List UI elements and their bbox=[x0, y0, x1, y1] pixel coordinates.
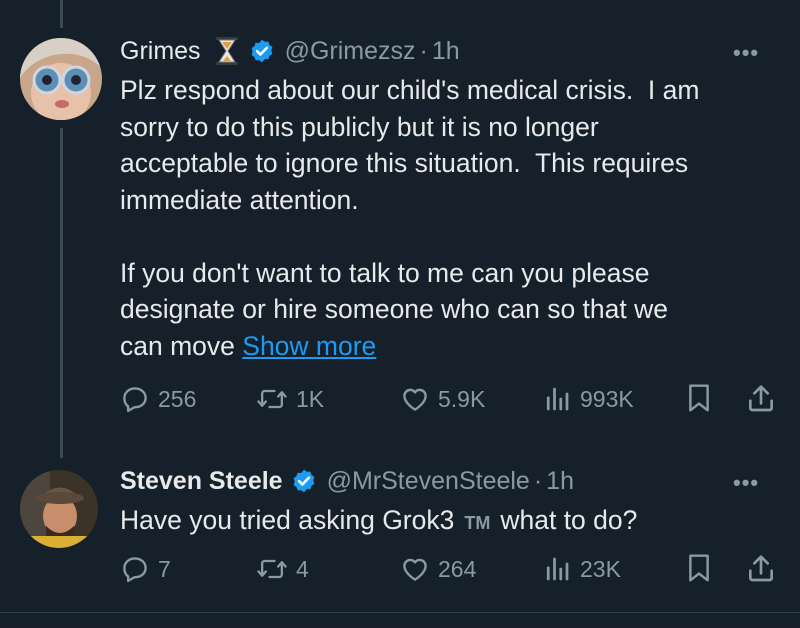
tweet-text-before: Have you tried asking Grok3 bbox=[120, 505, 455, 535]
divider bbox=[0, 612, 800, 613]
tweet-actions: 7 4 264 23K bbox=[0, 549, 800, 589]
timestamp[interactable]: 1h bbox=[546, 466, 574, 496]
tweet-header: Grimes @Grimezsz · 1h bbox=[120, 36, 460, 66]
handle[interactable]: @Grimezsz bbox=[285, 36, 416, 66]
verified-badge-icon bbox=[249, 38, 275, 64]
handle[interactable]: @MrStevenSteele bbox=[327, 466, 530, 496]
heart-icon bbox=[400, 554, 430, 584]
like-button[interactable]: 264 bbox=[400, 549, 476, 589]
tweet-body: Plz respond about our child's medical cr… bbox=[120, 72, 790, 364]
reply-button[interactable]: 7 bbox=[120, 549, 171, 589]
views-button[interactable]: 993K bbox=[542, 379, 634, 419]
hourglass-icon bbox=[215, 36, 239, 66]
grimes-avatar[interactable] bbox=[20, 38, 102, 120]
display-name[interactable]: Steven Steele bbox=[120, 466, 283, 496]
timestamp[interactable]: 1h bbox=[432, 36, 460, 66]
more-options-icon[interactable]: ••• bbox=[733, 40, 759, 66]
verified-badge-icon bbox=[291, 468, 317, 494]
reply-count: 7 bbox=[158, 555, 171, 582]
repost-button[interactable]: 1K bbox=[256, 379, 324, 419]
repost-icon bbox=[256, 384, 288, 414]
views-chart-icon bbox=[542, 384, 572, 414]
views-chart-icon bbox=[542, 554, 572, 584]
heart-icon bbox=[400, 384, 430, 414]
more-options-icon[interactable]: ••• bbox=[733, 470, 759, 496]
bookmark-icon[interactable] bbox=[684, 382, 714, 419]
like-count: 5.9K bbox=[438, 385, 486, 412]
thread-line bbox=[60, 128, 63, 458]
steven-steele-avatar[interactable] bbox=[20, 470, 98, 548]
reply-icon bbox=[120, 554, 150, 584]
tweet-header: Steven Steele @MrStevenSteele · 1h bbox=[120, 466, 574, 496]
like-count: 264 bbox=[438, 555, 477, 582]
repost-count: 1K bbox=[296, 385, 325, 412]
reply-button[interactable]: 256 bbox=[120, 379, 196, 419]
share-icon[interactable] bbox=[745, 382, 777, 419]
share-icon[interactable] bbox=[745, 552, 777, 589]
tweet-text-after: what to do? bbox=[500, 505, 638, 535]
repost-icon bbox=[256, 554, 288, 584]
tweet-text: Plz respond about our child's medical cr… bbox=[120, 75, 700, 361]
show-more-link[interactable]: Show more bbox=[242, 331, 376, 361]
thread-line-top bbox=[60, 0, 63, 28]
like-button[interactable]: 5.9K bbox=[400, 379, 485, 419]
views-count: 993K bbox=[580, 385, 634, 412]
bookmark-icon[interactable] bbox=[684, 552, 714, 589]
views-count: 23K bbox=[580, 555, 621, 582]
views-button[interactable]: 23K bbox=[542, 549, 621, 589]
separator-dot: · bbox=[533, 467, 543, 495]
reply-count: 256 bbox=[158, 385, 197, 412]
tweet-actions: 256 1K 5.9K 993K bbox=[0, 379, 800, 419]
repost-button[interactable]: 4 bbox=[256, 549, 309, 589]
display-name[interactable]: Grimes bbox=[120, 36, 201, 66]
trademark-badge: TM bbox=[464, 513, 491, 533]
tweet-body: Have you tried asking Grok3 TM what to do? bbox=[120, 502, 790, 542]
separator-dot: · bbox=[419, 37, 428, 65]
repost-count: 4 bbox=[296, 555, 309, 582]
reply-icon bbox=[120, 384, 150, 414]
